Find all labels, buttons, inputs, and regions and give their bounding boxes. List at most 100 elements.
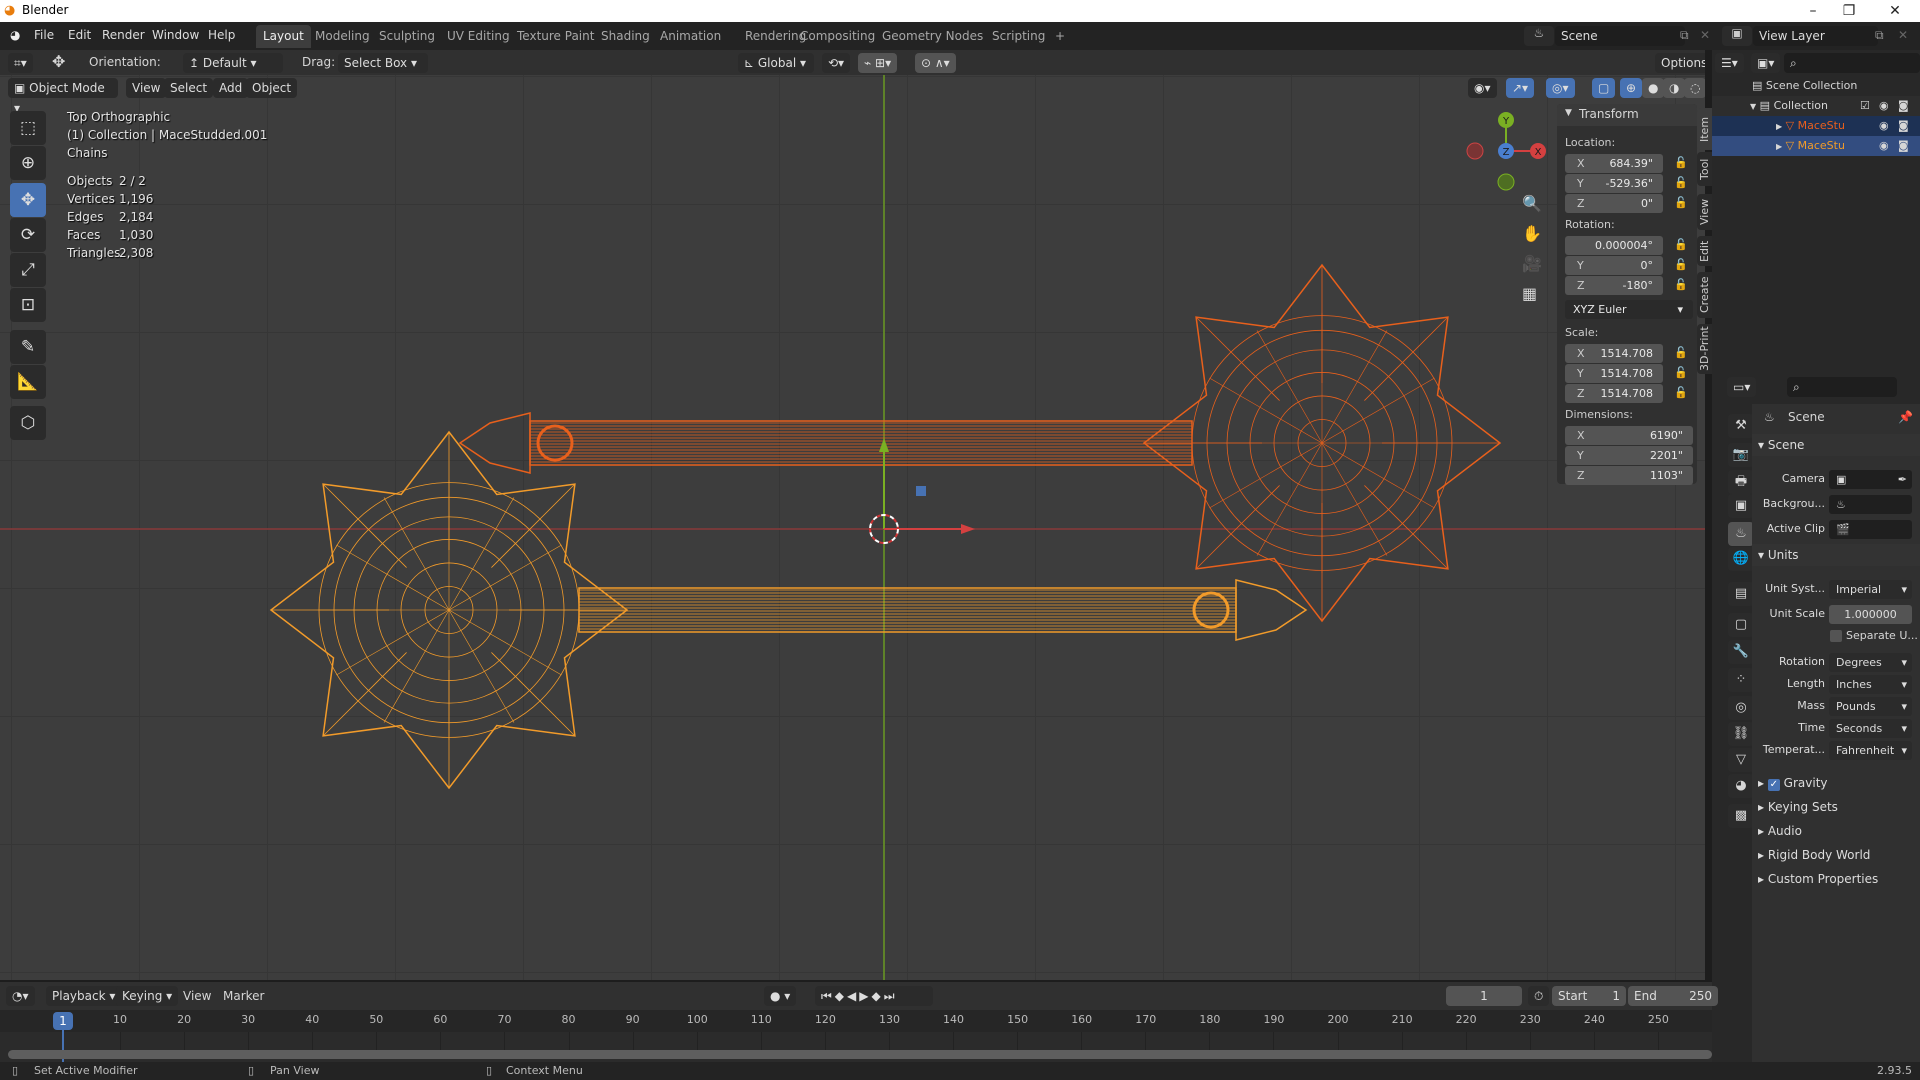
- workspace-tab-modeling[interactable]: Modeling: [308, 25, 377, 48]
- lock-icon[interactable]: 🔓: [1674, 196, 1688, 209]
- scene-browse-icon[interactable]: ♨: [1524, 26, 1554, 46]
- dimensions-z-field[interactable]: Z 1103": [1565, 466, 1693, 485]
- delete-scene-icon[interactable]: ✕: [1700, 28, 1710, 42]
- dimensions-y-field[interactable]: Y 2201": [1565, 446, 1693, 465]
- outliner-display-mode-icon[interactable]: ☰▾: [1715, 53, 1744, 73]
- properties-tab-material-icon[interactable]: ◕: [1728, 774, 1754, 798]
- hide-eye-icon[interactable]: ◉: [1879, 96, 1889, 116]
- marker-menu[interactable]: Marker: [223, 989, 264, 1003]
- outliner-object-active[interactable]: ▶ ▽ MaceStu ◉ ◙: [1712, 136, 1920, 156]
- playhead-frame[interactable]: 1: [53, 1012, 73, 1030]
- scene-canvas[interactable]: Y X Z: [0, 50, 1705, 980]
- lock-icon[interactable]: 🔓: [1674, 176, 1688, 189]
- rotation-z-field[interactable]: Z -180°: [1565, 276, 1663, 295]
- timeline[interactable]: ◔▾ Playback ▾ Keying ▾ View Marker ● ▾ ⏮…: [0, 982, 1718, 1062]
- render-camera-icon[interactable]: ◙: [1898, 116, 1909, 136]
- location-z-field[interactable]: Z 0": [1565, 194, 1663, 213]
- new-scene-icon[interactable]: ⧉: [1680, 28, 1689, 43]
- rotation-mode-dropdown[interactable]: XYZ Euler ▾: [1565, 300, 1693, 319]
- sidebar-tab-item[interactable]: Item: [1697, 108, 1713, 150]
- dimensions-x-field[interactable]: X 6190": [1565, 426, 1693, 445]
- scene-section-header[interactable]: ▾ Scene: [1752, 434, 1920, 456]
- rotation-x-field[interactable]: 0.000004°: [1565, 236, 1663, 255]
- menu-window[interactable]: Window: [152, 28, 199, 42]
- preview-range-icon[interactable]: ⏱: [1528, 986, 1550, 1006]
- temperature-unit-dropdown[interactable]: Fahrenheit ▾: [1829, 741, 1912, 760]
- workspace-tab-layout[interactable]: Layout: [256, 25, 311, 48]
- menu-render[interactable]: Render: [102, 28, 145, 42]
- lock-icon[interactable]: 🔓: [1674, 156, 1688, 169]
- playback-controls[interactable]: ⏮◆◀▶◆⏭: [815, 986, 933, 1006]
- view-layer-browse-icon[interactable]: ▣: [1722, 26, 1752, 46]
- background-scene-field[interactable]: ♨: [1829, 495, 1912, 514]
- auto-keying-toggle-icon[interactable]: ● ▾: [764, 986, 797, 1006]
- current-frame-field[interactable]: 1: [1446, 986, 1522, 1006]
- start-frame-field[interactable]: Start 1: [1552, 986, 1626, 1006]
- properties-tab-world-icon[interactable]: 🌐: [1728, 547, 1754, 571]
- timeline-editor-type-icon[interactable]: ◔▾: [6, 986, 35, 1006]
- menu-edit[interactable]: Edit: [68, 28, 91, 42]
- section-custom-properties[interactable]: ▸ Custom Properties: [1752, 868, 1920, 890]
- workspace-tab-compositing[interactable]: Compositing: [793, 25, 882, 48]
- end-frame-field[interactable]: End 250: [1628, 986, 1718, 1006]
- scale-z-field[interactable]: Z 1514.708: [1565, 384, 1663, 403]
- exclude-checkbox[interactable]: ☑: [1860, 96, 1870, 116]
- lock-icon[interactable]: 🔓: [1674, 386, 1688, 399]
- scale-y-field[interactable]: Y 1514.708: [1565, 364, 1663, 383]
- render-camera-icon[interactable]: ◙: [1898, 96, 1909, 116]
- lock-icon[interactable]: 🔓: [1674, 366, 1688, 379]
- workspace-tab-scripting[interactable]: Scripting: [985, 25, 1052, 48]
- section-audio[interactable]: ▸ Audio: [1752, 820, 1920, 842]
- restore-button[interactable]: ❐: [1826, 0, 1872, 22]
- mass-unit-dropdown[interactable]: Pounds ▾: [1829, 697, 1912, 716]
- location-y-field[interactable]: Y -529.36": [1565, 174, 1663, 193]
- 3d-viewport[interactable]: ⌗▾ ✥ Orientation: ↥ Default ▾ Drag: Sele…: [0, 50, 1705, 980]
- workspace-tab-geometry-nodes[interactable]: Geometry Nodes: [875, 25, 990, 48]
- keying-menu[interactable]: Keying ▾: [116, 986, 179, 1006]
- pin-icon[interactable]: 📌: [1898, 410, 1913, 424]
- timeline-scrollbar[interactable]: [8, 1050, 1712, 1059]
- sidebar-tab-tool[interactable]: Tool: [1697, 152, 1713, 186]
- camera-field[interactable]: ▣ ✒: [1829, 470, 1912, 489]
- new-view-layer-icon[interactable]: ⧉: [1875, 28, 1884, 43]
- units-section-header[interactable]: ▾ Units: [1752, 544, 1920, 566]
- section-rigid-body-world[interactable]: ▸ Rigid Body World: [1752, 844, 1920, 866]
- location-x-field[interactable]: X 684.39": [1565, 154, 1663, 173]
- render-camera-icon[interactable]: ◙: [1898, 136, 1909, 156]
- menu-file[interactable]: File: [34, 28, 54, 42]
- active-clip-field[interactable]: 🎬: [1829, 520, 1912, 539]
- playback-menu[interactable]: Playback ▾: [46, 986, 122, 1006]
- view-layer-field[interactable]: View Layer: [1753, 26, 1878, 46]
- properties-search-input[interactable]: ⌕: [1787, 377, 1897, 397]
- properties-tab-texture-icon[interactable]: ▩: [1728, 804, 1754, 828]
- rotation-y-field[interactable]: Y 0°: [1565, 256, 1663, 275]
- sidebar-tab-3d-print[interactable]: 3D-Print: [1697, 324, 1713, 374]
- transform-header[interactable]: ▼ Transform: [1557, 104, 1697, 126]
- sidebar-tab-edit[interactable]: Edit: [1697, 236, 1713, 266]
- workspace-tab-animation[interactable]: Animation: [653, 25, 728, 48]
- outliner-search-input[interactable]: ⌕: [1784, 53, 1920, 73]
- section-keying-sets[interactable]: ▸ Keying Sets: [1752, 796, 1920, 818]
- camera-view-icon[interactable]: 🎥: [1522, 254, 1542, 273]
- sidebar-tab-create[interactable]: Create: [1697, 272, 1713, 318]
- properties-editor-type-icon[interactable]: ▭▾: [1727, 377, 1757, 397]
- pan-view-icon[interactable]: ✋: [1522, 224, 1542, 243]
- lock-icon[interactable]: 🔓: [1674, 238, 1688, 251]
- zoom-view-icon[interactable]: 🔍: [1522, 194, 1542, 213]
- workspace-tab-uv-editing[interactable]: UV Editing: [440, 25, 517, 48]
- unit-system-dropdown[interactable]: Imperial ▾: [1829, 580, 1912, 599]
- outliner-scene-collection[interactable]: ▤ Scene Collection: [1712, 76, 1920, 96]
- lock-icon[interactable]: 🔓: [1674, 258, 1688, 271]
- timeline-view-menu[interactable]: View: [183, 989, 211, 1003]
- eyedropper-icon[interactable]: ✒: [1898, 470, 1907, 489]
- separate-units-checkbox[interactable]: [1830, 630, 1842, 642]
- outliner-object[interactable]: ▶ ▽ MaceStu ◉ ◙: [1712, 116, 1920, 136]
- time-unit-dropdown[interactable]: Seconds ▾: [1829, 719, 1912, 738]
- workspace-tab-shading[interactable]: Shading: [594, 25, 657, 48]
- unit-scale-field[interactable]: 1.000000: [1829, 605, 1912, 624]
- delete-view-layer-icon[interactable]: ✕: [1898, 28, 1908, 42]
- rotation-unit-dropdown[interactable]: Degrees ▾: [1829, 653, 1912, 672]
- properties-tab-render-icon[interactable]: 📷: [1728, 443, 1754, 467]
- lock-icon[interactable]: 🔓: [1674, 278, 1688, 291]
- gravity-checkbox[interactable]: ✓: [1767, 779, 1780, 791]
